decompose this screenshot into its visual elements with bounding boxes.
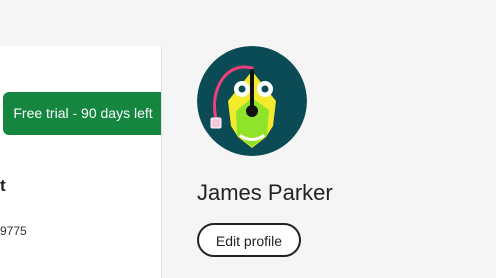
- account-heading-fragment: t: [0, 176, 6, 195]
- avatar[interactable]: [197, 46, 307, 156]
- pen-tool-avatar-icon: [197, 46, 307, 156]
- account-number-fragment: 9775: [0, 224, 27, 238]
- free-trial-badge[interactable]: Free trial - 90 days left: [3, 92, 161, 135]
- account-card: [0, 46, 162, 278]
- edit-profile-button[interactable]: Edit profile: [197, 223, 301, 257]
- profile-name: James Parker: [197, 180, 333, 205]
